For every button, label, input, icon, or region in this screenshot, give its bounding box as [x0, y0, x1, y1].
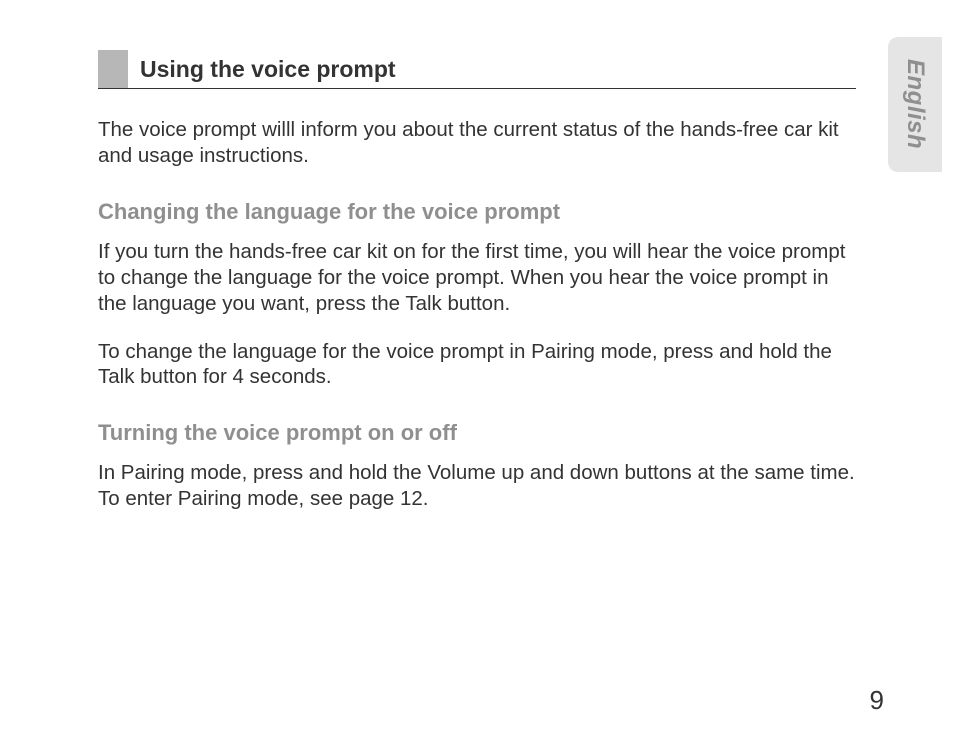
paragraph-change-language-1: If you turn the hands-free car kit on fo… [98, 239, 856, 316]
subheading-change-language: Changing the language for the voice prom… [98, 199, 856, 225]
page-number: 9 [870, 685, 884, 716]
subheading-toggle-prompt: Turning the voice prompt on or off [98, 420, 856, 446]
section-title: Using the voice prompt [128, 50, 406, 88]
paragraph-change-language-2: To change the language for the voice pro… [98, 339, 856, 391]
manual-page: English Using the voice prompt The voice… [0, 0, 954, 742]
paragraph-toggle-prompt: In Pairing mode, press and hold the Volu… [98, 460, 856, 512]
section-header: Using the voice prompt [98, 50, 856, 89]
intro-paragraph: The voice prompt willl inform you about … [98, 117, 856, 169]
language-tab: English [888, 37, 942, 172]
section-header-block [98, 50, 128, 88]
language-tab-label: English [901, 59, 929, 149]
